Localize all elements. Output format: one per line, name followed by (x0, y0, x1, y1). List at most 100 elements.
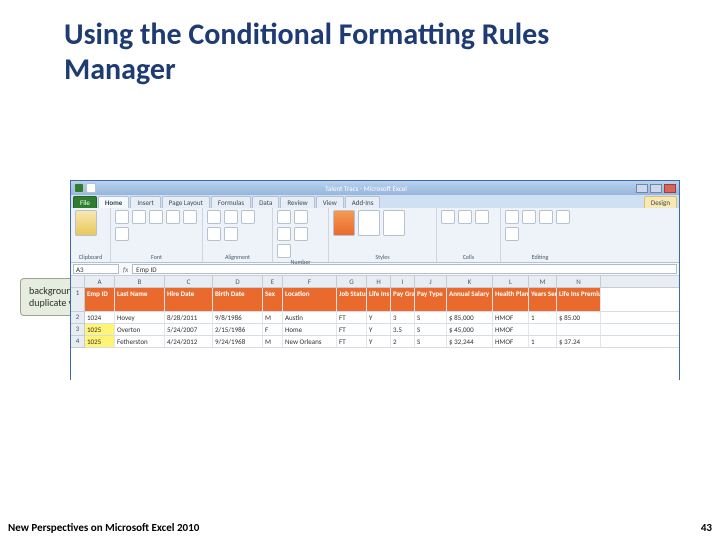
bold-icon[interactable] (115, 210, 129, 224)
cell-duplicate[interactable]: 1025 (85, 336, 115, 347)
cell[interactable]: HMOF (493, 336, 529, 347)
tab-view[interactable]: View (316, 196, 344, 208)
currency-icon[interactable] (277, 210, 291, 224)
col-G[interactable]: G (337, 276, 367, 287)
cell[interactable]: HMOF (493, 324, 529, 335)
col-M[interactable]: M (529, 276, 557, 287)
row-header[interactable]: 4 (71, 336, 85, 348)
name-box[interactable]: A3 (73, 264, 119, 274)
wrap-text-icon[interactable] (207, 227, 221, 241)
font-color-icon[interactable] (115, 227, 129, 241)
cell[interactable]: 1 (529, 312, 557, 323)
cell[interactable] (557, 324, 601, 335)
tab-page-layout[interactable]: Page Layout (162, 196, 210, 208)
cell[interactable]: New Orleans (283, 336, 337, 347)
tab-addins[interactable]: Add-Ins (345, 196, 381, 208)
cell[interactable]: Y (367, 312, 391, 323)
tab-insert[interactable]: Insert (130, 196, 160, 208)
close-button[interactable] (664, 184, 676, 193)
cell[interactable]: 3.5 (391, 324, 415, 335)
cell-duplicate[interactable]: 1025 (85, 324, 115, 335)
cell[interactable]: 4/24/2012 (165, 336, 213, 347)
cell[interactable] (529, 324, 557, 335)
cell[interactable]: Y (367, 336, 391, 347)
col-K[interactable]: K (447, 276, 493, 287)
col-J[interactable]: J (415, 276, 447, 287)
cell[interactable]: Home (283, 324, 337, 335)
col-D[interactable]: D (213, 276, 263, 287)
cell[interactable]: S (415, 312, 447, 323)
cell[interactable]: FT (337, 324, 367, 335)
cell[interactable]: FT (337, 312, 367, 323)
cell-styles-icon[interactable] (383, 210, 405, 236)
cell[interactable]: $ 32,244 (447, 336, 493, 347)
fx-icon[interactable]: fx (123, 265, 128, 274)
align-center-icon[interactable] (224, 210, 238, 224)
cell[interactable]: Fetherston (115, 336, 165, 347)
increase-decimal-icon[interactable] (294, 227, 308, 241)
cell[interactable]: F (263, 324, 283, 335)
cell[interactable]: Y (367, 324, 391, 335)
cell[interactable]: FT (337, 336, 367, 347)
row-header[interactable]: 3 (71, 324, 85, 336)
clear-icon[interactable] (539, 210, 553, 224)
cell[interactable]: S (415, 324, 447, 335)
col-B[interactable]: B (115, 276, 165, 287)
align-right-icon[interactable] (241, 210, 255, 224)
tab-data[interactable]: Data (252, 196, 279, 208)
cell[interactable]: $ 45,000 (447, 324, 493, 335)
decrease-decimal-icon[interactable] (277, 244, 291, 258)
cell[interactable]: 1024 (85, 312, 115, 323)
row-header[interactable]: 2 (71, 312, 85, 324)
cell[interactable]: Overton (115, 324, 165, 335)
formula-bar[interactable]: Emp ID (132, 264, 677, 274)
cell[interactable]: HMOF (493, 312, 529, 323)
col-L[interactable]: L (493, 276, 529, 287)
fill-color-icon[interactable] (183, 210, 197, 224)
align-left-icon[interactable] (207, 210, 221, 224)
percent-icon[interactable] (294, 210, 308, 224)
cell[interactable]: $ 37.24 (557, 336, 601, 347)
cell[interactable]: 8/28/2011 (165, 312, 213, 323)
tab-design[interactable]: Design (644, 196, 677, 208)
cell[interactable]: Hovey (115, 312, 165, 323)
row-header[interactable]: 1 (71, 288, 85, 312)
sort-filter-icon[interactable] (556, 210, 570, 224)
cell[interactable]: 9/8/1986 (213, 312, 263, 323)
border-icon[interactable] (166, 210, 180, 224)
col-E[interactable]: E (263, 276, 283, 287)
insert-cells-icon[interactable] (441, 210, 455, 224)
format-cells-icon[interactable] (475, 210, 489, 224)
select-all-corner[interactable] (71, 276, 85, 287)
cell[interactable]: $ 85,000 (447, 312, 493, 323)
cell[interactable]: $ 85.00 (557, 312, 601, 323)
paste-icon[interactable] (75, 210, 97, 236)
merge-center-icon[interactable] (224, 227, 238, 241)
save-icon[interactable] (86, 183, 96, 193)
cell[interactable]: 2 (391, 336, 415, 347)
find-select-icon[interactable] (505, 227, 519, 241)
maximize-button[interactable] (650, 184, 662, 193)
comma-icon[interactable] (277, 227, 291, 241)
fill-icon[interactable] (522, 210, 536, 224)
delete-cells-icon[interactable] (458, 210, 472, 224)
file-tab[interactable]: File (73, 196, 97, 208)
tab-review[interactable]: Review (280, 196, 314, 208)
col-A[interactable]: A (85, 276, 115, 287)
cell[interactable]: Austin (283, 312, 337, 323)
cell[interactable]: M (263, 312, 283, 323)
cell[interactable]: 1 (529, 336, 557, 347)
col-C[interactable]: C (165, 276, 213, 287)
cell[interactable]: 2/15/1986 (213, 324, 263, 335)
tab-formulas[interactable]: Formulas (211, 196, 251, 208)
cell[interactable]: 9/24/1968 (213, 336, 263, 347)
worksheet-grid[interactable]: A B C D E F G H I J K L M N 1 Emp ID Las… (71, 276, 679, 380)
conditional-formatting-icon[interactable] (333, 210, 355, 236)
cell[interactable]: S (415, 336, 447, 347)
cell[interactable]: M (263, 336, 283, 347)
col-H[interactable]: H (367, 276, 391, 287)
col-F[interactable]: F (283, 276, 337, 287)
cell[interactable]: 5/24/2007 (165, 324, 213, 335)
italic-icon[interactable] (132, 210, 146, 224)
autosum-icon[interactable] (505, 210, 519, 224)
